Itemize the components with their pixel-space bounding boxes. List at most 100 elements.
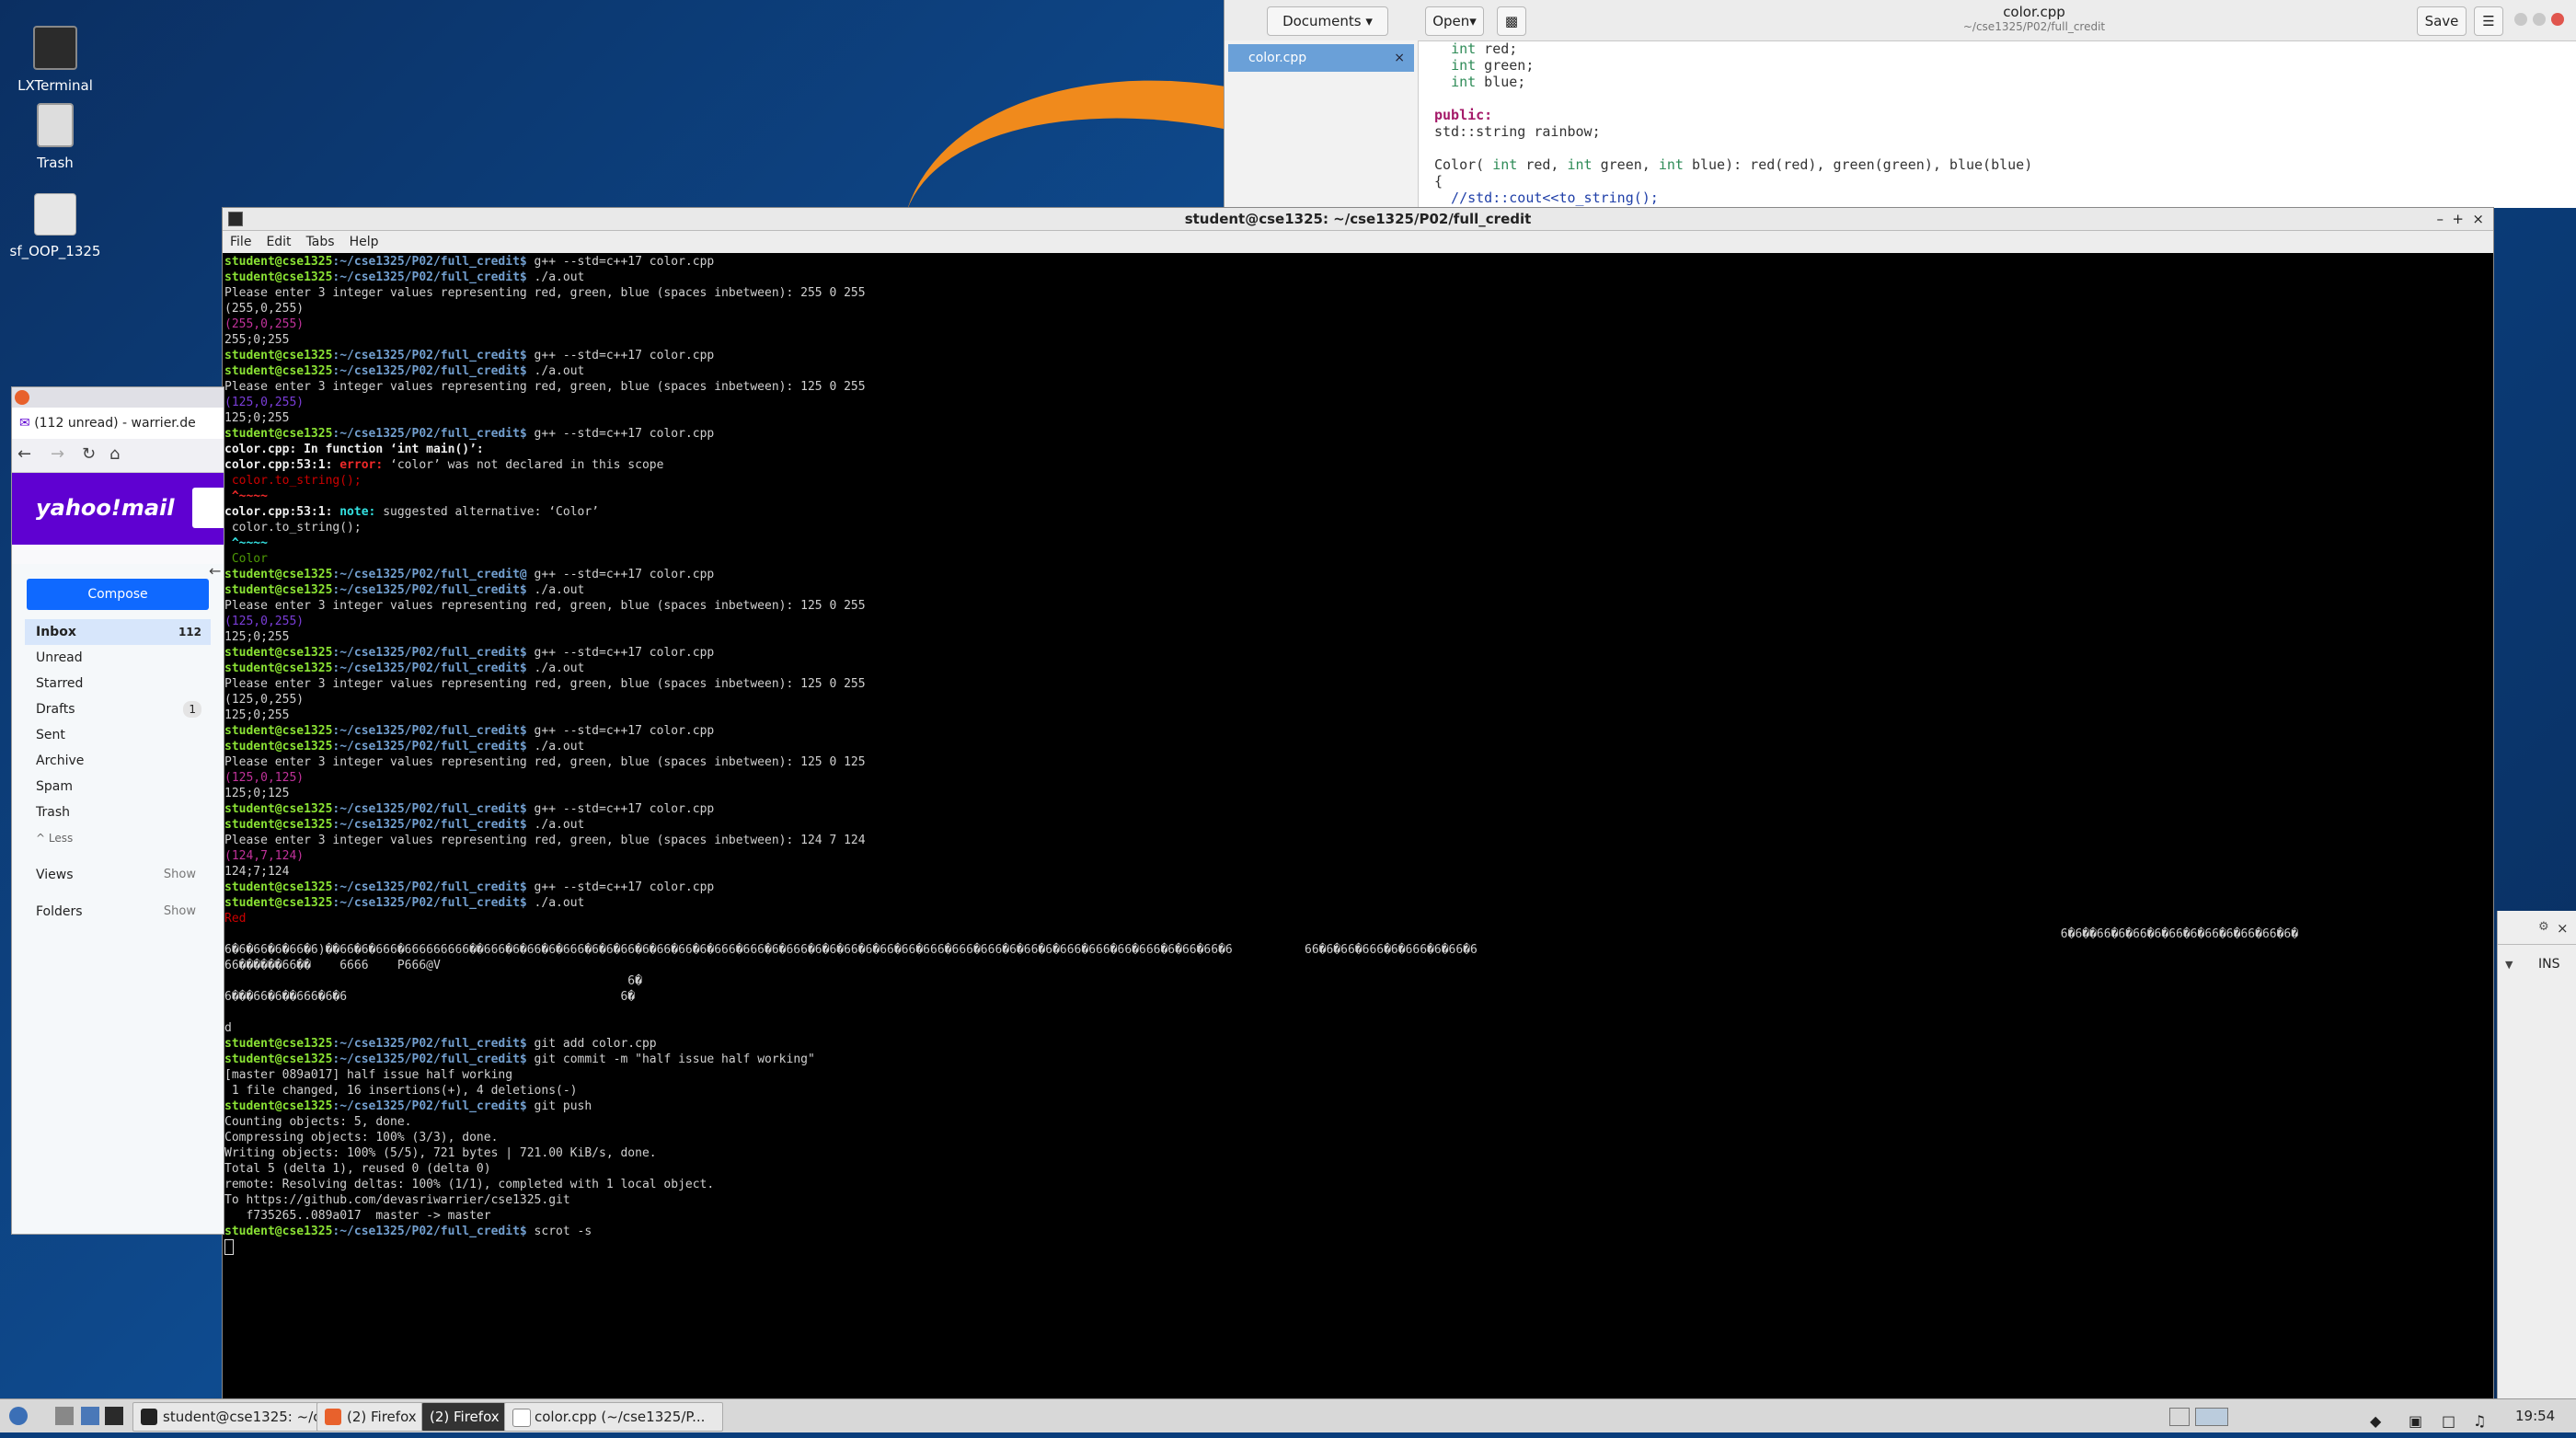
taskbar-item-terminal[interactable]: student@cse1325: ~/cs... xyxy=(132,1402,340,1432)
less-toggle[interactable]: ^ Less xyxy=(12,825,224,851)
chevron-down-icon[interactable]: ▼ xyxy=(2505,959,2513,971)
terminal-line: student@cse1325:~/cse1325/P02/full_credi… xyxy=(224,1099,592,1113)
taskbar-item-firefox-2[interactable]: (2) Firefox xyxy=(421,1402,506,1432)
menu-file[interactable]: File xyxy=(230,235,251,249)
terminal-line: Total 5 (delta 1), reused 0 (delta 0) xyxy=(224,1162,491,1176)
terminal-output[interactable]: student@cse1325:~/cse1325/P02/full_credi… xyxy=(224,254,2482,1404)
taskbar-item-label: student@cse1325: ~/cs... xyxy=(163,1409,340,1425)
menu-help[interactable]: Help xyxy=(350,235,379,249)
desktop-icon-trash[interactable]: Trash xyxy=(0,103,120,171)
hamburger-icon: ☰ xyxy=(2482,13,2495,29)
window-title: student@cse1325: ~/cse1325/P02/full_cred… xyxy=(1184,211,1532,227)
workspace-1-icon[interactable] xyxy=(2169,1408,2190,1426)
folder-unread[interactable]: Unread xyxy=(12,645,224,671)
terminal-line: To https://github.com/devasriwarrier/cse… xyxy=(224,1193,570,1207)
close-icon[interactable]: × xyxy=(2557,920,2569,937)
folders-section[interactable]: Folders Show xyxy=(12,899,224,925)
folder-sent[interactable]: Sent xyxy=(12,722,224,748)
terminal-line: Please enter 3 integer values representi… xyxy=(224,286,866,300)
terminal-line: Please enter 3 integer values representi… xyxy=(224,834,866,847)
terminal-line: ^~~~~ xyxy=(224,536,268,550)
terminal-line: remote: Resolving deltas: 100% (1/1), co… xyxy=(224,1178,715,1191)
terminal-line: student@cse1325:~/cse1325/P02/full_credi… xyxy=(224,427,715,441)
back-arrow-icon[interactable]: ← xyxy=(209,562,224,588)
terminal-line: 66������66�� 6666 P666@V xyxy=(224,959,441,972)
volume-icon[interactable]: ♫ xyxy=(2473,1405,2486,1438)
folder-spam[interactable]: Spam xyxy=(12,774,224,800)
terminal-line: student@cse1325:~/cse1325/P02/full_credi… xyxy=(224,740,585,754)
divider xyxy=(2498,944,2576,945)
browser-launcher-icon[interactable] xyxy=(81,1407,99,1425)
menu-button[interactable]: ☰ xyxy=(2474,6,2503,36)
minimize-icon[interactable]: – xyxy=(2437,208,2444,230)
back-icon[interactable]: ← xyxy=(17,444,31,464)
documents-button[interactable]: Documents ▾ xyxy=(1267,6,1388,36)
forward-icon[interactable]: → xyxy=(51,444,64,464)
terminal-line: Color xyxy=(224,552,268,566)
file-manager-icon[interactable] xyxy=(55,1407,74,1425)
terminal-line: color.cpp:53:1: error: ‘color’ was not d… xyxy=(224,458,664,472)
terminal-line: student@cse1325:~/cse1325/P02/full_credi… xyxy=(224,646,715,660)
terminal-titlebar: student@cse1325: ~/cse1325/P02/full_cred… xyxy=(223,208,2493,231)
home-icon[interactable]: ⌂ xyxy=(109,444,120,464)
workspace-2-icon[interactable] xyxy=(2195,1408,2228,1426)
desktop-icon-lxterminal[interactable]: LXTerminal xyxy=(0,26,120,94)
settings-icon[interactable]: ⚙ xyxy=(2538,920,2549,934)
terminal-icon xyxy=(33,26,77,70)
taskbar-item-label: color.cpp (~/cse1325/P... xyxy=(535,1409,706,1425)
close-icon[interactable]: × xyxy=(1394,44,1405,72)
terminal-line: 124;7;124 xyxy=(224,865,290,879)
search-input[interactable] xyxy=(192,488,224,528)
terminal-line: 1 file changed, 16 insertions(+), 4 dele… xyxy=(224,1084,578,1098)
terminal-icon xyxy=(228,212,243,226)
browser-tab[interactable]: ✉ (112 unread) - warrier.de xyxy=(12,408,224,439)
firefox-titlebar xyxy=(12,387,224,408)
maximize-icon[interactable]: + xyxy=(2452,208,2464,230)
new-tab-button[interactable]: ▩ xyxy=(1497,6,1526,36)
gedit-headerbar: Documents ▾ Open▾ ▩ color.cpp ~/cse1325/… xyxy=(1225,0,2576,41)
maximize-icon[interactable] xyxy=(2533,13,2546,26)
document-tab-label: color.cpp xyxy=(1248,51,1307,65)
mail-icon: ✉ xyxy=(19,416,30,431)
open-button[interactable]: Open▾ xyxy=(1425,6,1484,36)
taskbar-item-gedit[interactable]: color.cpp (~/cse1325/P... xyxy=(504,1402,723,1432)
code-editor[interactable]: int red; int green; int blue; public: st… xyxy=(1434,40,2032,206)
minimize-icon[interactable] xyxy=(2514,13,2527,26)
desktop-icon-sf-oop[interactable]: sf_OOP_1325 xyxy=(0,193,120,259)
menu-edit[interactable]: Edit xyxy=(266,235,291,249)
terminal-line: student@cse1325:~/cse1325/P02/full_credi… xyxy=(224,724,715,738)
start-menu-icon[interactable] xyxy=(9,1407,28,1425)
compose-button[interactable]: Compose xyxy=(27,579,209,610)
mail-sidebar: Compose Inbox 112 Unread Starred Drafts 1 … xyxy=(12,564,224,1234)
code-line: public: xyxy=(1434,107,1493,123)
terminal-cursor xyxy=(224,1239,234,1255)
terminal-icon xyxy=(141,1409,157,1425)
terminal-line: Writing objects: 100% (5/5), 721 bytes |… xyxy=(224,1146,657,1160)
network-icon[interactable]: □ xyxy=(2442,1405,2455,1438)
folder-starred[interactable]: Starred xyxy=(12,671,224,696)
folder-trash[interactable]: Trash xyxy=(12,800,224,825)
terminal-line: 6� xyxy=(224,974,642,988)
close-icon[interactable] xyxy=(2551,13,2564,26)
chevron-down-icon: ▾ xyxy=(1365,13,1373,29)
terminal-launcher-icon[interactable] xyxy=(105,1407,123,1425)
folder-archive[interactable]: Archive xyxy=(12,748,224,774)
desktop-icon-label: LXTerminal xyxy=(17,77,93,94)
clock[interactable]: 19:54 xyxy=(2515,1399,2555,1432)
menu-tabs[interactable]: Tabs xyxy=(306,235,335,249)
save-button[interactable]: Save xyxy=(2417,6,2467,36)
terminal-line: (255,0,255) xyxy=(224,317,305,331)
views-section[interactable]: Views Show xyxy=(12,862,224,888)
code-line: std::string rainbow; xyxy=(1434,123,1601,140)
bluetooth-icon[interactable]: ◆ xyxy=(2370,1405,2381,1438)
terminal-line: 6�6�66�6�66�6)��66�6�666�666666666��666�… xyxy=(224,943,1478,957)
reload-icon[interactable]: ↻ xyxy=(82,444,96,464)
close-icon[interactable]: × xyxy=(2472,208,2484,230)
folder-inbox[interactable]: Inbox 112 xyxy=(25,619,211,645)
code-line: //std::cout<<to_string(); xyxy=(1434,190,1659,206)
folder-drafts[interactable]: Drafts 1 xyxy=(12,696,224,722)
document-tab-color-cpp[interactable]: color.cpp × xyxy=(1228,44,1414,72)
display-icon[interactable]: ▣ xyxy=(2409,1405,2422,1438)
terminal-line: (125,0,255) xyxy=(224,693,305,707)
terminal-line: [master 089a017] half issue half working xyxy=(224,1068,513,1082)
